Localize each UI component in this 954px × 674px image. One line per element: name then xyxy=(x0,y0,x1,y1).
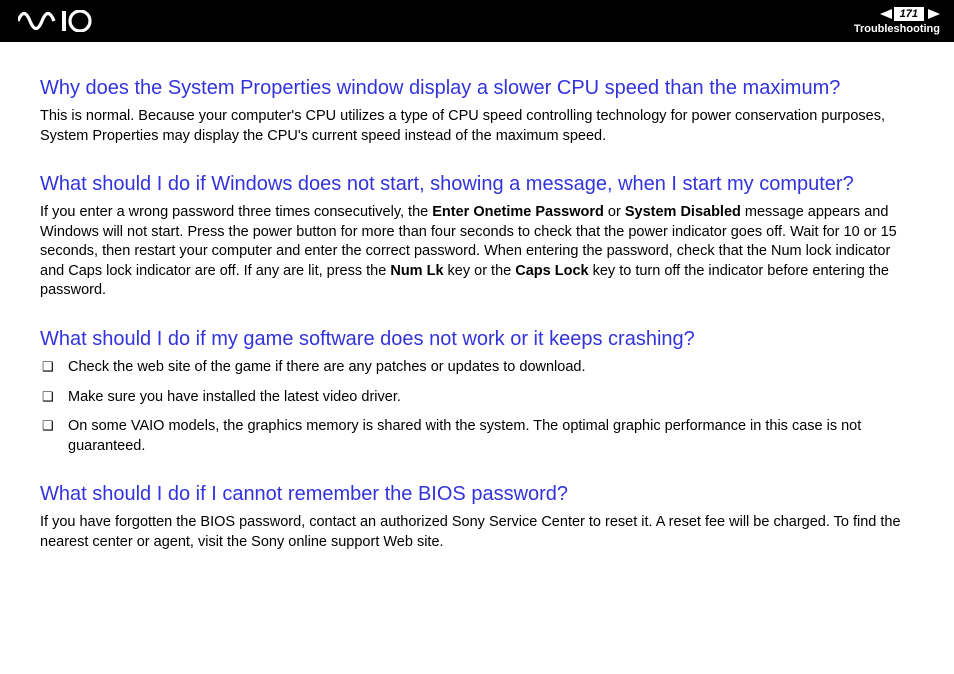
faq-question: What should I do if my game software doe… xyxy=(40,327,914,352)
page-number: 171 xyxy=(894,7,924,21)
faq-answer: If you enter a wrong password three time… xyxy=(40,203,914,301)
list-item: Make sure you have installed the latest … xyxy=(40,388,914,408)
prev-page-icon[interactable] xyxy=(880,9,892,19)
faq-question: What should I do if I cannot remember th… xyxy=(40,482,914,507)
faq-question: What should I do if Windows does not sta… xyxy=(40,172,914,197)
header-right: 171 Troubleshooting xyxy=(854,7,940,35)
faq-question: Why does the System Properties window di… xyxy=(40,76,914,101)
next-page-icon[interactable] xyxy=(928,9,940,19)
list-item: Check the web site of the game if there … xyxy=(40,358,914,378)
page-content: Why does the System Properties window di… xyxy=(0,42,954,598)
breadcrumb: Troubleshooting xyxy=(854,23,940,35)
header-bar: 171 Troubleshooting xyxy=(0,0,954,42)
faq-answer-list: Check the web site of the game if there … xyxy=(40,358,914,456)
list-item: On some VAIO models, the graphics memory… xyxy=(40,417,914,456)
faq-answer: This is normal. Because your computer's … xyxy=(40,107,914,146)
faq-answer: If you have forgotten the BIOS password,… xyxy=(40,513,914,552)
vaio-logo xyxy=(18,10,128,32)
page-navigation: 171 xyxy=(880,7,940,21)
